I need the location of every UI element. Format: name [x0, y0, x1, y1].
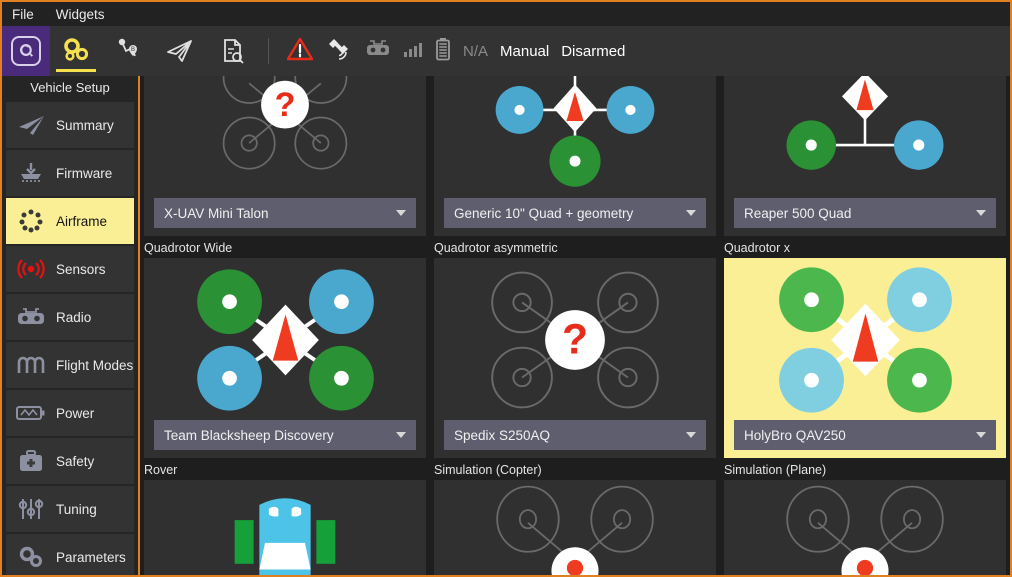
airframe-illustration-rover-car — [144, 480, 426, 575]
sidebar-item-label: Power — [56, 406, 94, 421]
airframe-illustration-quad-unknown: ? — [144, 76, 426, 198]
sliders-icon — [14, 494, 48, 524]
airframe-card[interactable]: Team Blacksheep Discovery — [144, 258, 426, 458]
sidebar-item-firmware[interactable]: Firmware — [6, 150, 134, 196]
airframe-select[interactable]: X-UAV Mini Talon — [154, 198, 416, 228]
airframe-card[interactable] — [724, 480, 1006, 575]
qgroundcontrol-logo-icon — [11, 36, 41, 66]
airframe-illustration-sim-copter — [434, 480, 716, 575]
battery-icon — [435, 37, 451, 66]
airframe-select[interactable]: HolyBro QAV250 — [734, 420, 996, 450]
battery-power-icon — [14, 398, 48, 428]
menu-item-file[interactable]: File — [12, 7, 34, 22]
airframe-group-label: Quadrotor x — [724, 241, 1006, 258]
airframe-select-value: Spedix S250AQ — [454, 428, 550, 443]
toolbar-button-analyze[interactable] — [206, 26, 258, 76]
airframe-card-selected[interactable]: HolyBro QAV250 — [724, 258, 1006, 458]
sidebar-item-label: Summary — [56, 118, 114, 133]
airframe-select[interactable]: Generic 10" Quad + geometry — [444, 198, 706, 228]
sidebar-item-airframe[interactable]: Airframe — [6, 198, 134, 244]
airframe-group-label: Quadrotor asymmetric — [434, 241, 716, 258]
sidebar-item-label: Tuning — [56, 502, 97, 517]
sidebar-item-summary[interactable]: Summary — [6, 102, 134, 148]
sensor-waves-icon — [14, 254, 48, 284]
airframe-group-label: Rover — [144, 463, 426, 480]
airframe-card[interactable] — [434, 480, 716, 575]
airframe-card[interactable]: ? X-UAV Mini Talon — [144, 76, 426, 236]
toolbar-button-fly[interactable] — [154, 26, 206, 76]
airframe-group-label: Quadrotor Wide — [144, 241, 426, 258]
sidebar-item-radio[interactable]: Radio — [6, 294, 134, 340]
airframe-select-value: X-UAV Mini Talon — [164, 206, 269, 221]
rc-controller-icon — [365, 39, 391, 64]
airframe-grid: ? X-UAV Mini Talon — [140, 76, 1010, 575]
airframe-card[interactable]: Generic 10" Quad + geometry — [434, 76, 716, 236]
airframe-illustration-sim-plane — [724, 480, 1006, 575]
flight-modes-icon — [14, 350, 48, 380]
status-zone: N/A Manual Disarmed — [279, 26, 625, 76]
airframe-select-value: HolyBro QAV250 — [744, 428, 846, 443]
flight-mode-label[interactable]: Manual — [500, 43, 549, 60]
sidebar-item-label: Sensors — [56, 262, 106, 277]
airframe-select[interactable]: Spedix S250AQ — [444, 420, 706, 450]
sidebar-item-label: Safety — [56, 454, 94, 469]
svg-text:?: ? — [562, 315, 588, 362]
airframe-illustration-quad-x — [144, 258, 426, 420]
sidebar: Vehicle Setup Summary Firmware — [2, 76, 140, 575]
sidebar-item-parameters[interactable]: Parameters — [6, 534, 134, 575]
toolbar-divider — [268, 38, 269, 64]
airframe-card[interactable] — [144, 480, 426, 575]
first-aid-kit-icon — [14, 446, 48, 476]
toolbar: B — [2, 26, 1010, 76]
airframe-select[interactable]: Reaper 500 Quad — [734, 198, 996, 228]
sidebar-item-label: Flight Modes — [56, 358, 133, 373]
airframe-group-label: Simulation (Copter) — [434, 463, 716, 480]
menu-item-widgets[interactable]: Widgets — [56, 7, 105, 22]
rotor-dots-icon — [14, 206, 48, 236]
airframe-card[interactable]: Reaper 500 Quad — [724, 76, 1006, 236]
sidebar-item-label: Parameters — [56, 550, 126, 565]
qgroundcontrol-logo-button[interactable] — [2, 26, 50, 76]
signal-bars-icon — [403, 40, 423, 63]
sidebar-item-label: Radio — [56, 310, 91, 325]
svg-text:B: B — [131, 47, 135, 53]
sidebar-item-power[interactable]: Power — [6, 390, 134, 436]
airframe-card[interactable]: ? Spedix S250AQ — [434, 258, 716, 458]
warning-triangle-icon[interactable] — [287, 37, 313, 66]
content-area: Vehicle Setup Summary Firmware — [2, 76, 1010, 575]
gps-satellite-icon[interactable] — [325, 37, 353, 66]
airframe-select-value: Reaper 500 Quad — [744, 206, 851, 221]
chevron-down-icon — [976, 432, 986, 438]
airframe-illustration-quad-x-light — [724, 258, 1006, 420]
chevron-down-icon — [686, 210, 696, 216]
chevron-down-icon — [976, 210, 986, 216]
chevron-down-icon — [396, 210, 406, 216]
sidebar-item-tuning[interactable]: Tuning — [6, 486, 134, 532]
chevron-down-icon — [396, 432, 406, 438]
toolbar-button-vehicle-setup[interactable] — [50, 26, 102, 76]
airframe-select-value: Generic 10" Quad + geometry — [454, 206, 633, 221]
arm-state-label[interactable]: Disarmed — [561, 43, 625, 60]
sidebar-item-safety[interactable]: Safety — [6, 438, 134, 484]
radio-icon — [14, 302, 48, 332]
toolbar-button-plan[interactable]: B — [102, 26, 154, 76]
chevron-down-icon — [686, 432, 696, 438]
airframe-illustration-tri-top — [724, 76, 1006, 198]
sidebar-item-flight-modes[interactable]: Flight Modes — [6, 342, 134, 388]
airframe-select[interactable]: Team Blacksheep Discovery — [154, 420, 416, 450]
airframe-illustration-quad-unknown4: ? — [434, 258, 716, 420]
battery-value: N/A — [463, 43, 488, 60]
sidebar-item-label: Firmware — [56, 166, 112, 181]
sidebar-item-sensors[interactable]: Sensors — [6, 246, 134, 292]
sidebar-item-label: Airframe — [56, 214, 107, 229]
airframe-group-label: Simulation (Plane) — [724, 463, 1006, 480]
paper-plane-icon — [14, 110, 48, 140]
download-chip-icon — [14, 158, 48, 188]
airframe-select-value: Team Blacksheep Discovery — [164, 428, 334, 443]
sidebar-title: Vehicle Setup — [2, 76, 138, 100]
svg-text:?: ? — [275, 86, 296, 124]
airframe-illustration-tri-plus — [434, 76, 716, 198]
gears-icon — [14, 542, 48, 572]
menu-bar: File Widgets — [2, 0, 1010, 26]
